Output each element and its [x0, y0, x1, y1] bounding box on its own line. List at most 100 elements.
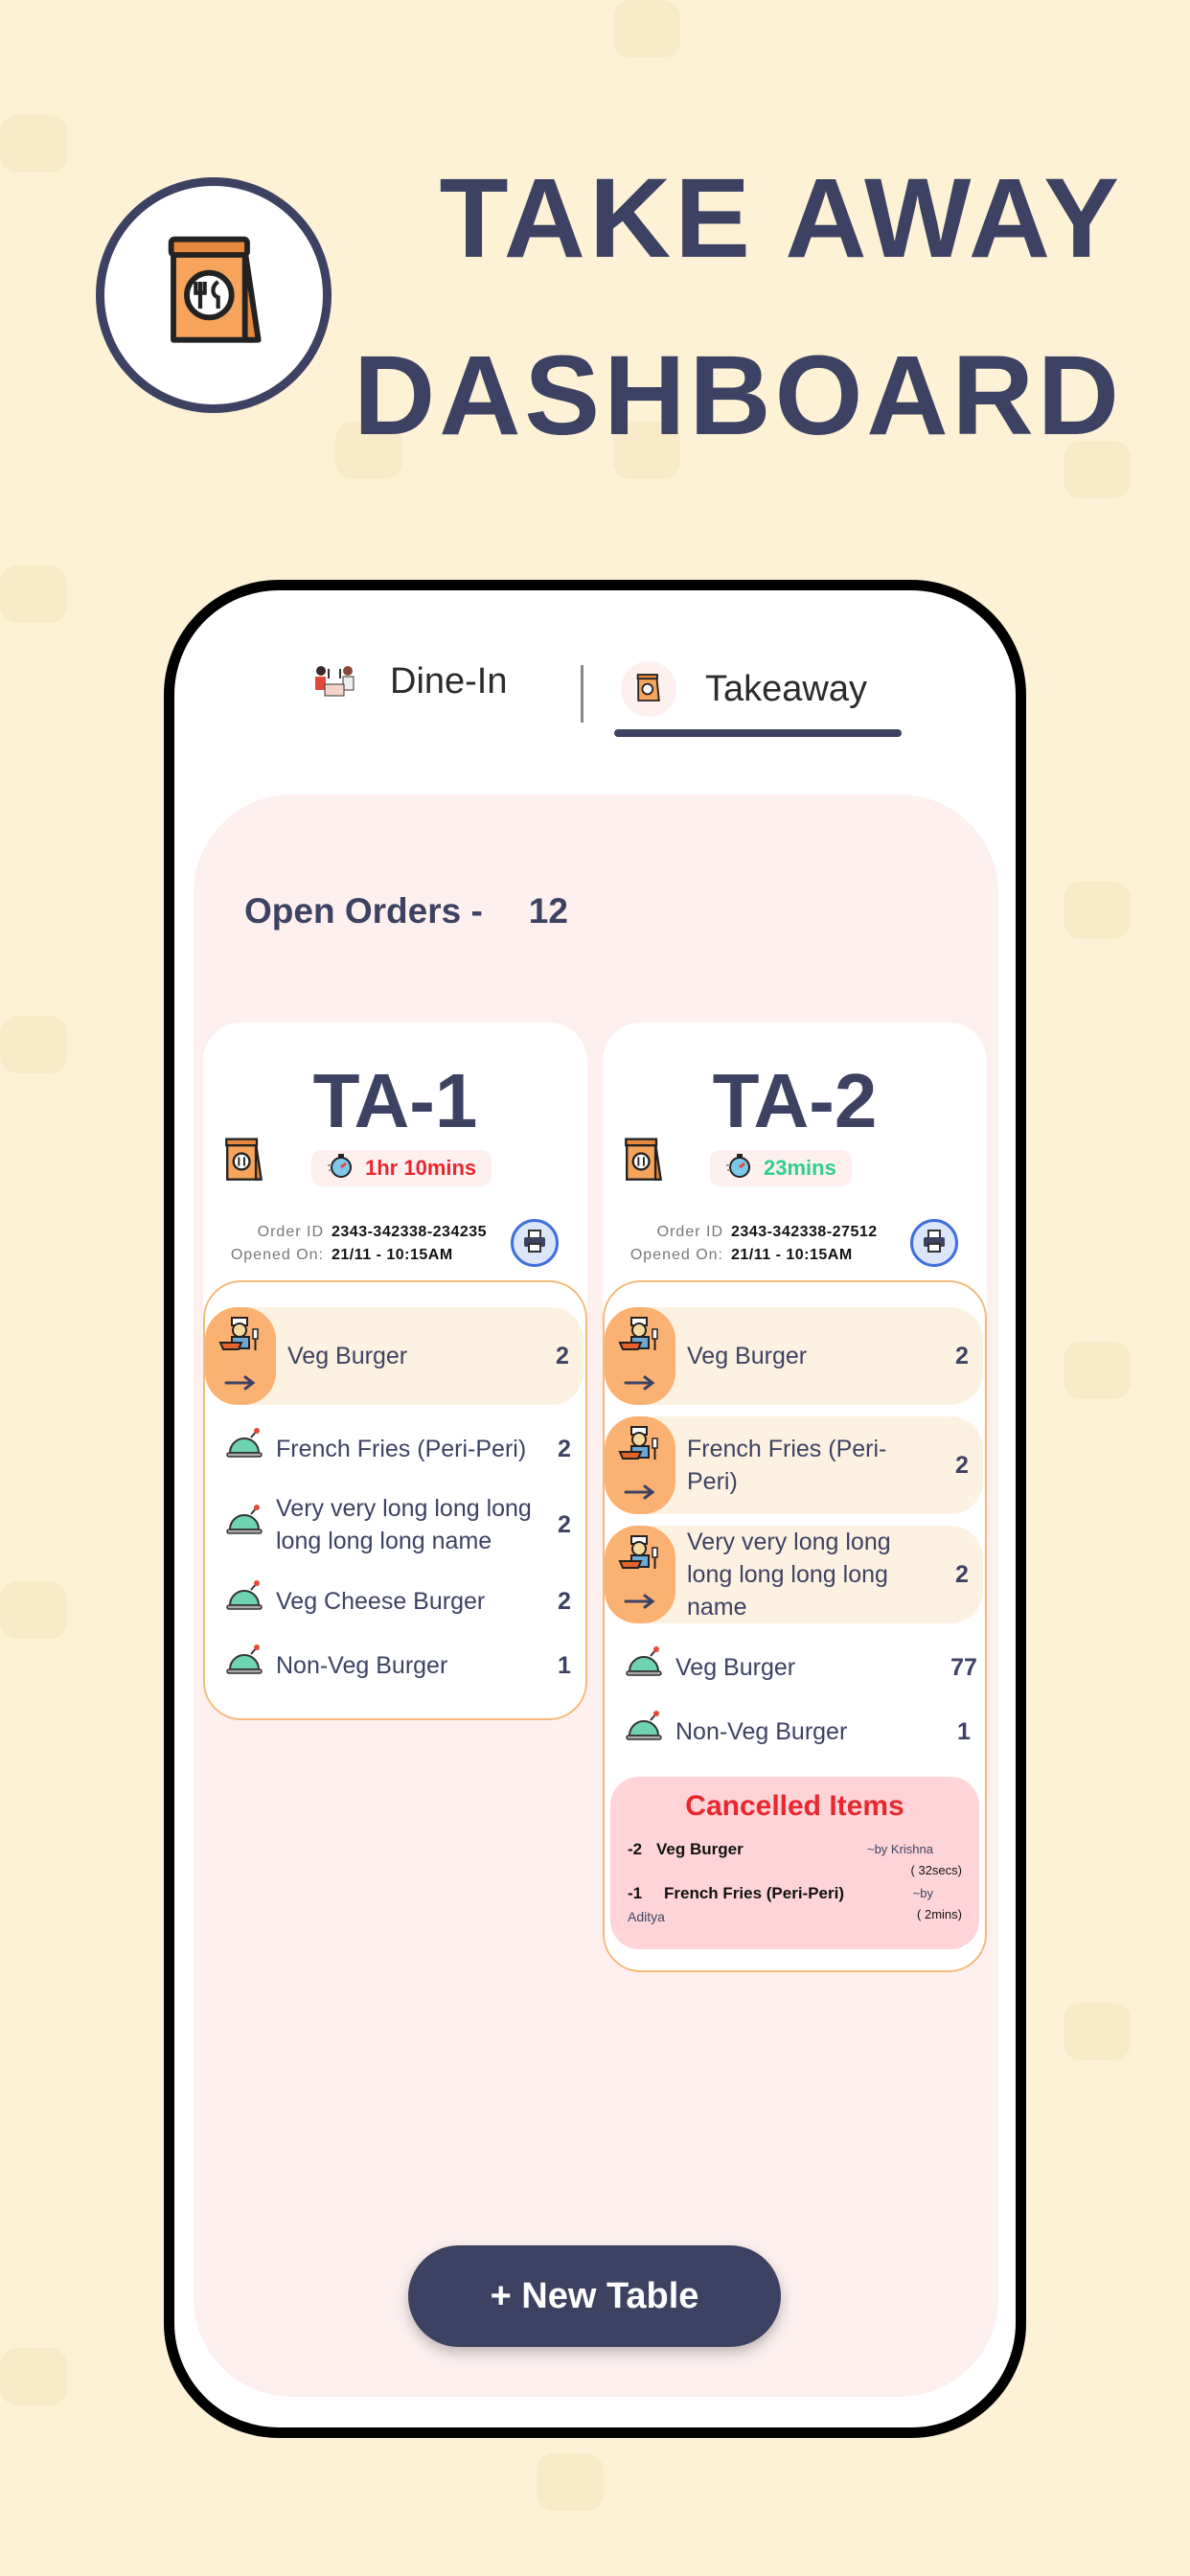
order-id-value: 2343-342338-27512: [731, 1224, 878, 1240]
order-item-preparing[interactable]: Very very long long long long long long …: [605, 1526, 983, 1623]
chef-cooking-icon: [618, 1314, 662, 1365]
item-name: French Fries (Peri-Peri): [687, 1436, 887, 1495]
background-food-icon: [613, 0, 680, 58]
item-qty: 1: [558, 1651, 571, 1679]
item-qty: 2: [556, 1343, 569, 1369]
cancelled-qty: -2: [628, 1840, 643, 1858]
order-item-served[interactable]: Non-Veg Burger 1: [205, 1633, 585, 1697]
cancelled-by: ~by: [912, 1886, 933, 1900]
new-table-button[interactable]: + New Table: [408, 2245, 781, 2347]
cancelled-qty: -1: [628, 1884, 643, 1902]
move-to-served-button[interactable]: [605, 1416, 675, 1514]
order-items-list: Veg Burger 2 French Fries (Peri-Peri) 2 Very…: [203, 1280, 587, 1720]
background-food-icon: [0, 1581, 67, 1639]
background-food-icon: [1064, 882, 1131, 939]
order-title: TA-1: [312, 1058, 478, 1143]
background-food-icon: [0, 1016, 67, 1073]
order-id-value: 2343-342338-234235: [332, 1224, 488, 1240]
cancelled-items: Cancelled Items -2 Veg Burger ~by Krishna ( …: [610, 1777, 979, 1949]
printer-icon: [922, 1229, 947, 1258]
item-qty: 2: [558, 1587, 571, 1615]
chef-cooking-icon: [618, 1532, 662, 1583]
takeaway-logo: [96, 177, 332, 413]
order-item-served[interactable]: French Fries (Peri-Peri) 2: [205, 1416, 585, 1481]
cancelled-by: ~by Krishna: [866, 1842, 933, 1856]
open-orders-count: 12: [528, 891, 568, 931]
item-name: Veg Burger: [287, 1343, 408, 1369]
tab-label: Dine-In: [390, 661, 508, 702]
item-name: Veg Cheese Burger: [276, 1587, 486, 1615]
dine-in-icon: [315, 665, 355, 696]
served-cloche-icon: [226, 1644, 263, 1686]
order-item-served[interactable]: Non-Veg Burger 1: [605, 1699, 985, 1763]
cancelled-item-name: Veg Burger: [656, 1840, 744, 1858]
stopwatch-icon: [327, 1152, 354, 1184]
order-card[interactable]: TA-1 1hr 10mins Order ID 2343-342338-234235…: [203, 1023, 587, 1720]
item-name: Non-Veg Burger: [675, 1717, 848, 1745]
order-item-served[interactable]: Veg Burger 77: [605, 1635, 985, 1699]
background-food-icon: [0, 115, 67, 172]
tab-dine-in[interactable]: Dine-In: [313, 661, 508, 702]
cancelled-item: -2 Veg Burger ~by Krishna ( 32secs): [628, 1840, 962, 1884]
cancelled-by-name: Aditya: [628, 1909, 665, 1924]
move-to-served-button[interactable]: [205, 1307, 276, 1405]
chef-cooking-icon: [618, 1423, 662, 1474]
open-orders-label: Open Orders -: [244, 891, 483, 931]
item-qty: 1: [957, 1717, 971, 1745]
opened-on-value: 21/11 - 10:15AM: [332, 1247, 453, 1263]
hero-title-line1: TAKE AWAY: [439, 155, 1123, 282]
cancelled-item-name: French Fries (Peri-Peri): [664, 1884, 845, 1902]
item-name: Veg Burger: [675, 1653, 796, 1681]
order-timer: 23mins: [710, 1150, 852, 1186]
chef-cooking-icon: [218, 1314, 263, 1365]
item-name: Non-Veg Burger: [276, 1651, 448, 1679]
order-card[interactable]: TA-2 23mins Order ID 2343-342338-27512 Opene…: [603, 1023, 987, 1972]
cancelled-time-ago: ( 32secs): [910, 1863, 962, 1877]
takeaway-bag-icon: [621, 661, 676, 717]
order-item-served[interactable]: Veg Cheese Burger 2: [205, 1569, 585, 1633]
opened-on-label: Opened On:: [230, 1247, 324, 1263]
order-id-label: Order ID: [257, 1224, 324, 1240]
served-cloche-icon: [226, 1580, 263, 1622]
open-orders-header: Open Orders - 12: [244, 891, 568, 932]
order-meta: Order ID 2343-342338-234235 Opened On: 21/1…: [217, 1221, 487, 1267]
takeaway-bag-icon: [168, 236, 262, 343]
item-qty: 2: [558, 1435, 571, 1462]
timer-text: 23mins: [764, 1156, 836, 1180]
print-button[interactable]: [910, 1219, 958, 1267]
background-food-icon: [1064, 2003, 1131, 2060]
item-name: Veg Burger: [687, 1343, 808, 1369]
arrow-right-icon: [624, 1476, 656, 1508]
order-id-label: Order ID: [656, 1224, 723, 1240]
background-food-icon: [0, 2348, 67, 2405]
move-to-served-button[interactable]: [605, 1307, 675, 1405]
hero-title-line2: DASHBOARD: [354, 333, 1123, 459]
item-qty: 2: [558, 1511, 571, 1538]
opened-on-label: Opened On:: [629, 1247, 723, 1263]
arrow-right-icon: [624, 1367, 656, 1399]
background-food-icon: [0, 565, 67, 623]
item-name: Very very long long long long long long …: [276, 1495, 532, 1554]
background-food-icon: [537, 2453, 604, 2511]
printer-icon: [522, 1229, 547, 1258]
order-meta: Order ID 2343-342338-27512 Opened On: 21/11…: [616, 1221, 878, 1267]
move-to-served-button[interactable]: [605, 1526, 675, 1623]
item-qty: 77: [950, 1653, 977, 1681]
takeaway-bag-icon: [217, 1134, 270, 1194]
print-button[interactable]: [511, 1219, 559, 1267]
arrow-right-icon: [224, 1367, 257, 1399]
order-item-preparing[interactable]: Veg Burger 2: [605, 1307, 983, 1405]
background-food-icon: [1064, 1342, 1131, 1399]
order-item-preparing[interactable]: French Fries (Peri-Peri) 2: [605, 1416, 983, 1514]
arrow-right-icon: [624, 1585, 656, 1618]
opened-on-value: 21/11 - 10:15AM: [731, 1247, 853, 1263]
order-item-preparing[interactable]: Veg Burger 2: [205, 1307, 584, 1405]
timer-text: 1hr 10mins: [365, 1156, 477, 1180]
order-items-list: Veg Burger 2 French Fries (Peri-Peri) 2 Very…: [603, 1280, 987, 1972]
tab-takeaway[interactable]: Takeaway: [621, 661, 867, 717]
item-qty: 2: [955, 1343, 969, 1369]
order-item-served[interactable]: Very very long long long long long long …: [205, 1481, 585, 1569]
order-title: TA-2: [712, 1058, 878, 1143]
tab-divider: [581, 665, 584, 723]
served-cloche-icon: [226, 1428, 263, 1469]
